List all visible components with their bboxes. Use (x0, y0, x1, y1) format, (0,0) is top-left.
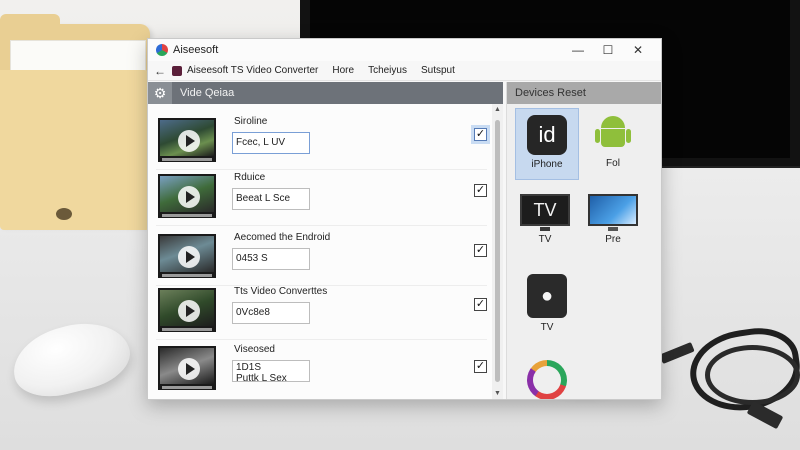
gear-icon: ⚙ (153, 85, 167, 101)
output-name-line: 1D1S (236, 362, 262, 373)
video-select-checkbox[interactable]: ✓ (474, 184, 487, 197)
play-icon[interactable] (178, 358, 200, 380)
close-button[interactable]: ✕ (623, 43, 653, 57)
output-name-line: Puttk L Sex (236, 373, 287, 382)
video-select-checkbox[interactable]: ✓ (474, 244, 487, 257)
app-logo-icon (156, 44, 168, 56)
play-icon[interactable] (178, 300, 200, 322)
output-name-field[interactable]: 0Vc8e8 (232, 302, 310, 324)
scroll-up-arrow-icon[interactable]: ▲ (492, 106, 503, 113)
video-name: Aecomed the Endroid (234, 232, 331, 243)
device-label: iPhone (531, 159, 563, 170)
device-more[interactable] (515, 354, 579, 399)
output-name-field[interactable]: Beeat L Sce (232, 188, 310, 210)
back-arrow-icon[interactable]: ← (154, 64, 166, 78)
video-row[interactable]: Aecomed the Endroid 0453 S ✓ (156, 228, 487, 286)
product-title: Aiseesoft TS Video Converter (187, 65, 319, 76)
menu-item-techniques[interactable]: Tcheiyus (368, 65, 407, 76)
video-queue-header: ⚙ Vide Qeiaa (148, 82, 503, 104)
video-select-checkbox[interactable]: ✓ (474, 128, 487, 141)
device-label: Pre (605, 234, 621, 245)
title-bar[interactable]: Aiseesoft — ☐ ✕ (148, 39, 661, 61)
app-title: Aiseesoft (173, 44, 219, 56)
android-icon (593, 114, 633, 154)
video-thumbnail[interactable] (158, 174, 216, 218)
device-label: TV (540, 322, 554, 333)
video-name: Rduice (234, 172, 266, 183)
device-label: Fol (606, 158, 620, 169)
video-list-scrollbar[interactable]: ▲ ▼ (492, 104, 503, 399)
device-monitor[interactable]: Pre (579, 188, 647, 256)
menu-bar: ← Aiseesoft TS Video Converter Hore Tche… (148, 61, 661, 81)
device-apple-tv[interactable]: ● TV (515, 268, 579, 344)
video-select-checkbox[interactable]: ✓ (474, 298, 487, 311)
video-thumbnail[interactable] (158, 288, 216, 332)
video-thumbnail[interactable] (158, 346, 216, 390)
video-thumbnail[interactable] (158, 118, 216, 162)
product-logo-icon (172, 65, 182, 76)
window-body: ⚙ Vide Qeiaa Siroline Fcec, L UV ✓ Rduic… (148, 82, 661, 399)
video-select-checkbox[interactable]: ✓ (474, 360, 487, 373)
video-row[interactable]: Rduice Beeat L Sce ✓ (156, 168, 487, 226)
device-label: TV (538, 234, 552, 245)
monitor-icon (588, 194, 638, 231)
video-name: Tts Video Converttes (234, 286, 328, 297)
video-row[interactable]: Viseosed 1D1S Puttk L Sex ✓ (156, 340, 487, 398)
device-iphone[interactable]: id iPhone (515, 108, 579, 180)
apple-tv-icon: ● (527, 274, 567, 318)
play-icon[interactable] (178, 186, 200, 208)
menu-item-home[interactable]: Hore (332, 65, 354, 76)
device-preset-header: Devices Reset (507, 82, 661, 104)
ring-logo-icon (527, 360, 567, 399)
settings-button[interactable]: ⚙ (148, 82, 172, 104)
video-list: Siroline Fcec, L UV ✓ Rduice Beeat L Sce… (148, 104, 491, 399)
scroll-thumb[interactable] (495, 120, 500, 382)
maximize-button[interactable]: ☐ (593, 43, 623, 57)
device-preset-pane: Devices Reset id iPhone Fol TV TV Pre ● … (506, 82, 661, 399)
minimize-button[interactable]: — (563, 43, 593, 57)
output-name-field[interactable]: 1D1S Puttk L Sex (232, 360, 310, 382)
device-tv[interactable]: TV TV (511, 188, 579, 256)
video-thumbnail[interactable] (158, 234, 216, 278)
output-name-field[interactable]: Fcec, L UV (232, 132, 310, 154)
converter-window: Aiseesoft — ☐ ✕ ← Aiseesoft TS Video Con… (147, 38, 662, 400)
tv-icon: TV (520, 194, 570, 231)
output-name-field[interactable]: 0453 S (232, 248, 310, 270)
iphone-icon: id (527, 115, 567, 155)
play-icon[interactable] (178, 246, 200, 268)
video-row[interactable]: Siroline Fcec, L UV ✓ (156, 112, 487, 170)
scroll-down-arrow-icon[interactable]: ▼ (492, 390, 503, 397)
video-name: Viseosed (234, 344, 275, 355)
device-android[interactable]: Fol (581, 108, 645, 180)
menu-item-output[interactable]: Sutsput (421, 65, 455, 76)
play-icon[interactable] (178, 130, 200, 152)
video-queue-title: Vide Qeiaa (180, 87, 235, 99)
video-row[interactable]: Tts Video Converttes 0Vc8e8 ✓ (156, 282, 487, 340)
video-queue-pane: ⚙ Vide Qeiaa Siroline Fcec, L UV ✓ Rduic… (148, 82, 503, 399)
video-name: Siroline (234, 116, 268, 127)
